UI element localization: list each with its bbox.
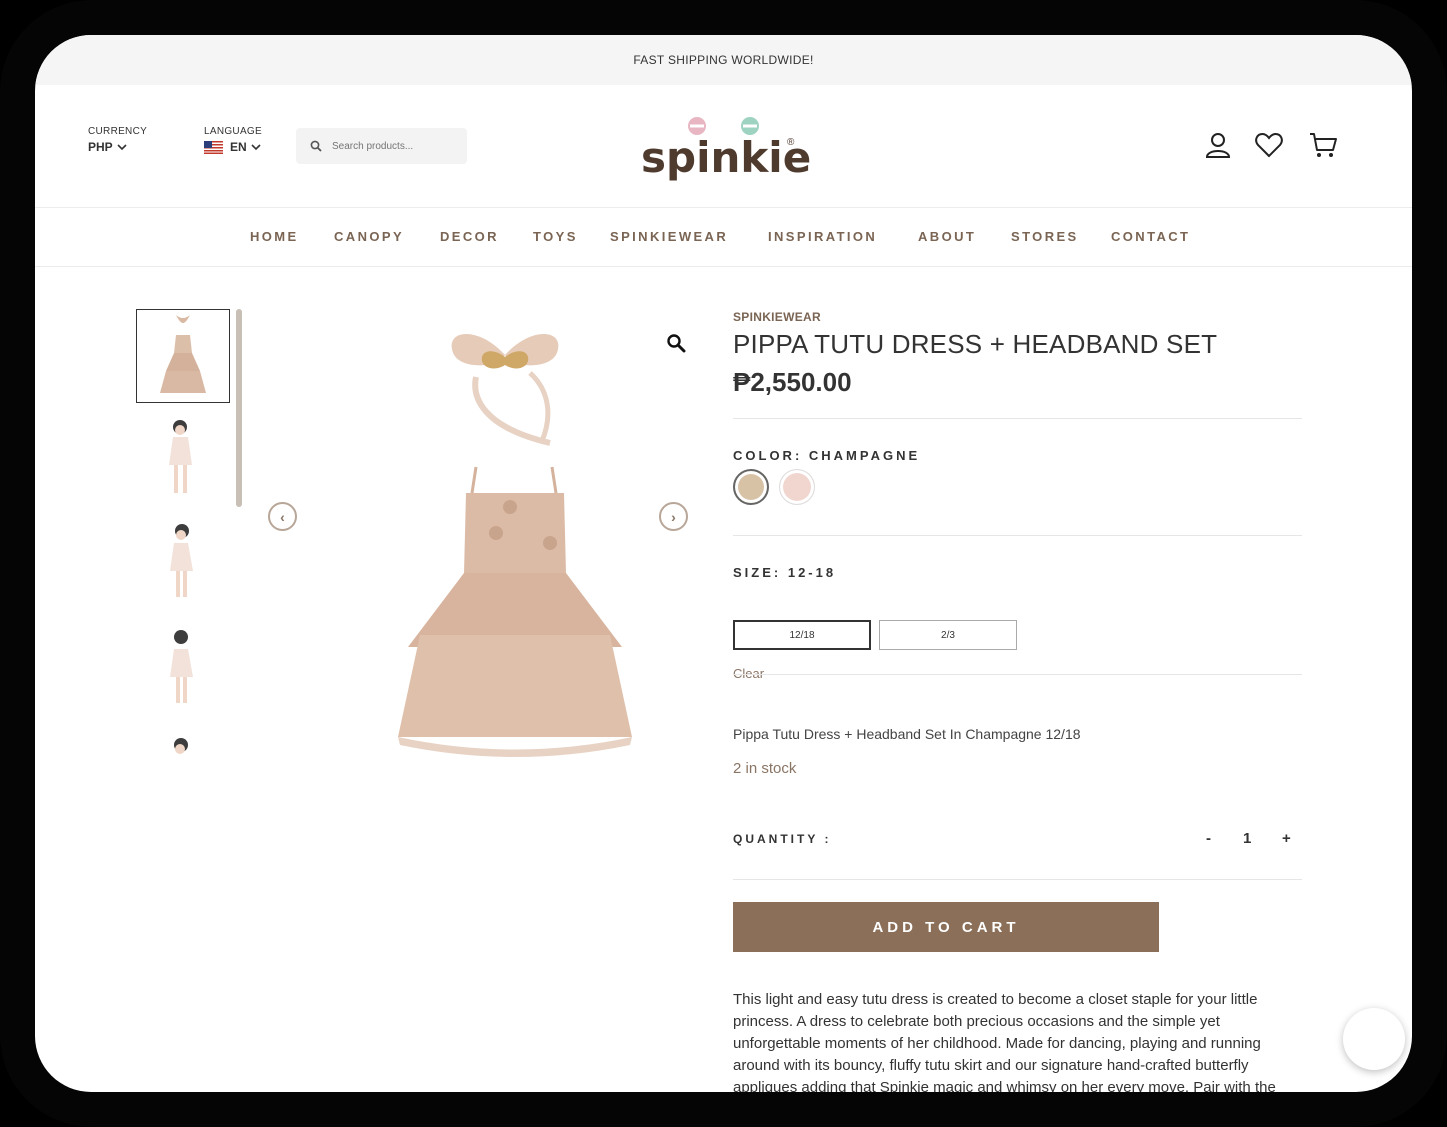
product-description: This light and easy tutu dress is create… xyxy=(733,991,1276,1092)
language-value: EN xyxy=(230,140,247,154)
device-frame: FAST SHIPPING WORLDWIDE! CURRENCY PHP LA… xyxy=(0,0,1447,1127)
color-swatch-pink[interactable] xyxy=(779,469,815,505)
product-title: PIPPA TUTU DRESS + HEADBAND SET xyxy=(733,329,1218,359)
thumbnail-model-back[interactable] xyxy=(136,627,230,721)
divider xyxy=(733,879,1302,880)
nav-home[interactable]: HOME xyxy=(250,229,299,244)
thumbnail-gallery xyxy=(136,309,246,764)
logo-text: spinkie xyxy=(641,133,812,182)
product-category-link[interactable]: SPINKIEWEAR xyxy=(733,310,821,324)
divider xyxy=(733,535,1302,536)
logo-registered-mark: ® xyxy=(787,137,795,148)
color-swatch-champagne[interactable] xyxy=(733,469,769,505)
chevron-down-icon xyxy=(117,144,127,151)
nav-inspiration[interactable]: INSPIRATION xyxy=(768,229,877,244)
thumbnail-model-detail[interactable] xyxy=(136,733,230,764)
site-header: CURRENCY PHP LANGUAGE EN Search products… xyxy=(35,85,1412,208)
us-flag-icon xyxy=(204,140,223,154)
nav-canopy[interactable]: CANOPY xyxy=(334,229,404,244)
product-price: ₱2,550.00 xyxy=(733,367,852,397)
add-to-cart-button[interactable]: ADD TO CART xyxy=(733,902,1159,952)
nav-contact[interactable]: CONTACT xyxy=(1111,229,1190,244)
site-logo[interactable]: spinkie ® xyxy=(638,115,811,182)
size-option-2-3[interactable]: 2/3 xyxy=(879,620,1017,650)
thumbnail-model-front[interactable] xyxy=(136,415,230,509)
size-label: SIZE: 12-18 xyxy=(733,565,837,580)
language-label: LANGUAGE xyxy=(204,126,262,137)
color-label: COLOR: CHAMPAGNE xyxy=(733,448,921,463)
currency-label: CURRENCY xyxy=(88,126,148,137)
nav-spinkiewear[interactable]: SPINKIEWEAR xyxy=(610,229,728,244)
quantity-increase-button[interactable]: + xyxy=(1282,830,1291,847)
thumbnail-scrollbar[interactable] xyxy=(236,309,242,507)
search-input[interactable] xyxy=(330,139,454,153)
search-box[interactable] xyxy=(296,128,467,164)
wishlist-heart-icon[interactable] xyxy=(1254,130,1284,160)
main-product-image xyxy=(398,333,632,757)
gallery-prev-button[interactable]: ‹ xyxy=(268,502,297,531)
currency-selector[interactable]: CURRENCY PHP xyxy=(88,126,147,154)
main-navigation: HOME CANOPY DECOR TOYS SPINKIEWEAR INSPI… xyxy=(35,208,1412,267)
gallery-next-button[interactable]: › xyxy=(659,502,688,531)
thumbnail-dress[interactable] xyxy=(136,309,230,403)
variation-description: Pippa Tutu Dress + Headband Set In Champ… xyxy=(733,726,1081,742)
nav-toys[interactable]: TOYS xyxy=(533,229,578,244)
quantity-label: QUANTITY : xyxy=(733,832,832,846)
currency-value: PHP xyxy=(88,140,113,154)
browser-viewport: FAST SHIPPING WORLDWIDE! CURRENCY PHP LA… xyxy=(35,35,1412,1092)
divider xyxy=(733,418,1302,419)
quantity-value[interactable]: 1 xyxy=(1243,830,1251,847)
language-selector[interactable]: LANGUAGE EN xyxy=(204,126,262,154)
nav-about[interactable]: ABOUT xyxy=(918,229,976,244)
nav-decor[interactable]: DECOR xyxy=(440,229,499,244)
search-icon xyxy=(310,140,322,152)
account-icon[interactable] xyxy=(1203,130,1233,160)
nav-stores[interactable]: STORES xyxy=(1011,229,1079,244)
zoom-icon[interactable] xyxy=(666,333,686,353)
announcement-bar: FAST SHIPPING WORLDWIDE! xyxy=(35,35,1412,85)
stock-status: 2 in stock xyxy=(733,760,797,777)
thumbnail-model-side[interactable] xyxy=(136,521,230,615)
divider xyxy=(733,674,1302,675)
chat-widget-button[interactable] xyxy=(1343,1008,1405,1070)
size-option-12-18[interactable]: 12/18 xyxy=(733,620,871,650)
cart-icon[interactable] xyxy=(1308,130,1338,160)
chevron-down-icon xyxy=(251,144,261,151)
quantity-decrease-button[interactable]: - xyxy=(1206,830,1211,847)
